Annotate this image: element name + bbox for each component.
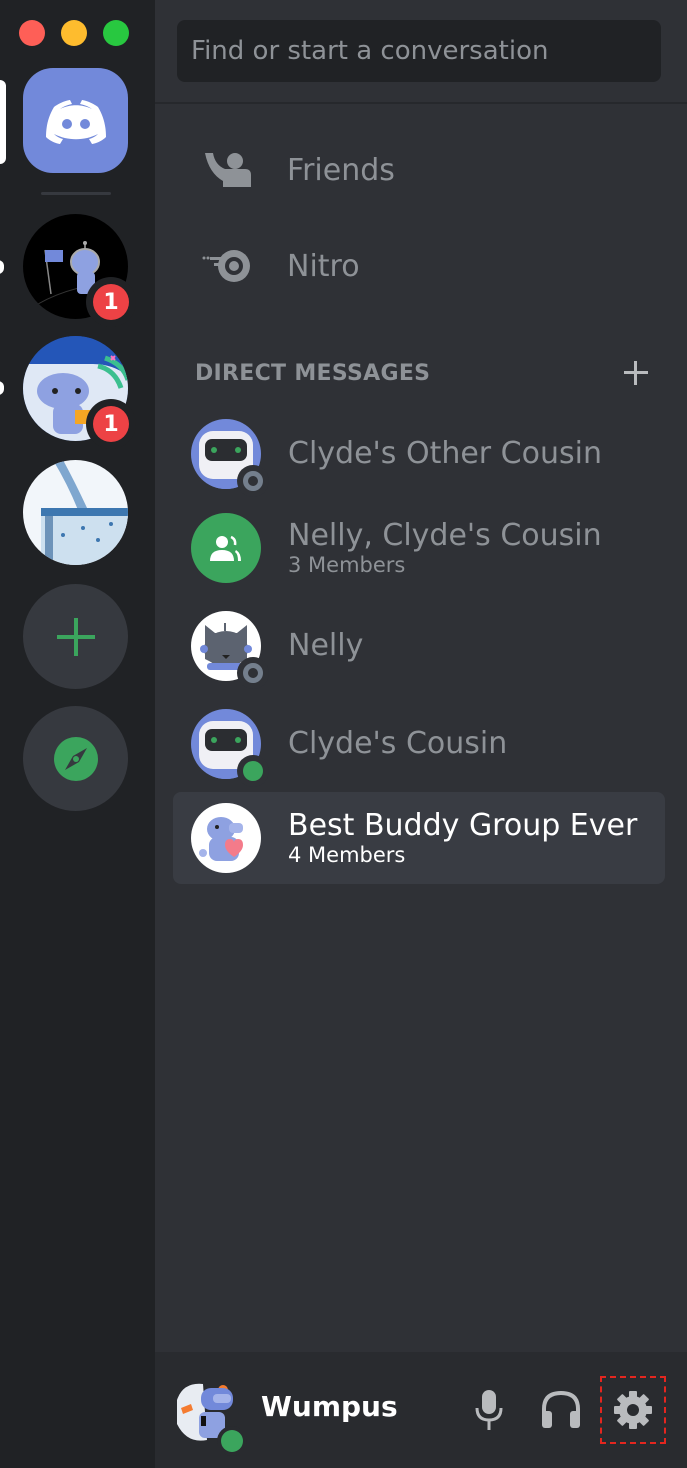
search-input[interactable]: Find or start a conversation [177,20,661,82]
status-indicator-online [217,1426,247,1456]
status-indicator-offline [237,465,269,497]
dm-name: Clyde's Other Cousin [288,436,602,471]
dm-avatar [191,611,269,689]
dm-sidebar: Find or start a conversation Friends Nit… [155,0,687,1352]
search-bar: Find or start a conversation [155,0,687,104]
dm-name: Clyde's Cousin [288,726,508,761]
mute-button[interactable] [461,1382,517,1438]
explore-servers-button[interactable] [23,706,128,811]
server-water[interactable] [23,460,128,565]
rail-separator [41,192,111,195]
status-indicator-offline [237,657,269,689]
dm-avatar [191,419,269,497]
compass-icon [53,736,98,781]
mention-badge: 1 [93,406,129,442]
server-astronaut[interactable]: 1 [23,214,136,327]
dm-name: Nelly, Clyde's Cousin [288,518,602,553]
dm-item[interactable]: Nelly [173,600,665,692]
nav-nitro-label: Nitro [287,248,360,284]
home-button[interactable] [23,68,128,173]
group-avatar-icon [191,513,261,583]
dm-name: Nelly [288,628,364,663]
discord-app: 1 1 Find or start a conversation Friends… [0,0,687,1468]
dm-member-count: 3 Members [288,553,406,577]
plus-icon [56,617,95,656]
nav-nitro[interactable]: Nitro [175,226,663,306]
window-minimize-button[interactable] [61,20,87,46]
window-zoom-button[interactable] [103,20,129,46]
mention-badge: 1 [93,284,129,320]
nitro-icon [197,236,257,296]
deafen-button[interactable] [533,1382,589,1438]
unread-indicator [0,260,4,274]
microphone-icon [475,1390,503,1430]
dm-name: Best Buddy Group Ever [288,808,638,843]
dm-avatar [191,513,261,583]
friends-icon [197,140,257,200]
gear-icon [614,1391,652,1429]
user-settings-button[interactable] [600,1376,666,1444]
active-server-indicator [0,80,6,164]
add-server-button[interactable] [23,584,128,689]
unread-indicator [0,381,4,395]
headset-icon [542,1391,580,1428]
discord-logo-icon [45,99,106,144]
dm-item[interactable]: Clyde's Cousin [173,698,665,790]
dm-item[interactable]: Clyde's Other Cousin [173,408,665,500]
create-dm-button[interactable] [622,359,650,387]
dm-item[interactable]: Nelly, Clyde's Cousin 3 Members [173,502,665,594]
wumpus-heart-avatar-icon [191,803,261,873]
server-icon-water [23,460,128,565]
dm-header-title: DIRECT MESSAGES [195,360,431,386]
user-avatar[interactable] [173,1380,247,1456]
dm-avatar [191,709,269,787]
status-indicator-online [237,755,269,787]
server-wumpus[interactable]: 1 [23,336,136,449]
nav-friends-label: Friends [287,152,395,188]
window-close-button[interactable] [19,20,45,46]
dm-section-header: DIRECT MESSAGES [195,356,650,390]
nav-friends[interactable]: Friends [175,130,663,210]
dm-avatar [191,803,261,873]
server-rail: 1 1 [0,0,155,1468]
dm-item-selected[interactable]: Best Buddy Group Ever 4 Members [173,792,665,884]
dm-member-count: 4 Members [288,843,406,867]
user-panel: Wumpus [155,1352,687,1468]
username: Wumpus [261,1390,398,1423]
